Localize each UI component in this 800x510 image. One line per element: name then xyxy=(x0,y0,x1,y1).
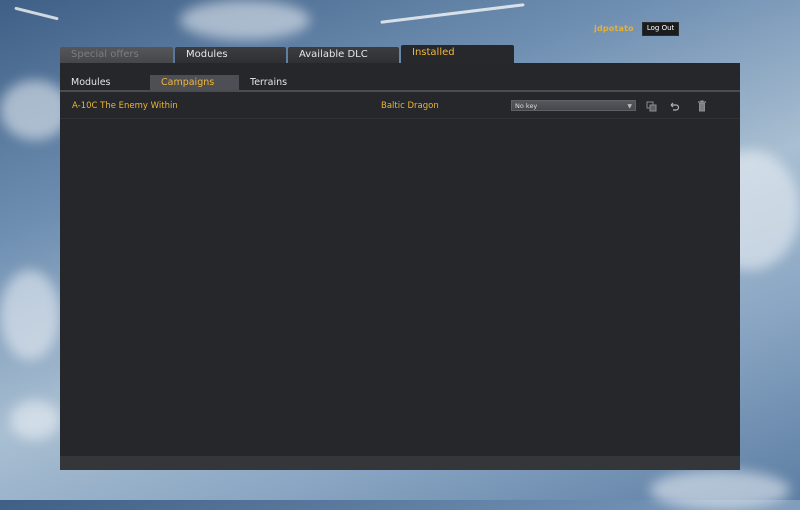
module-name: A-10C The Enemy Within xyxy=(72,101,178,111)
campaign-name: Baltic Dragon xyxy=(381,101,439,111)
main-tabs: Special offers Modules Available DLC Ins… xyxy=(60,45,740,63)
logout-button[interactable]: Log Out xyxy=(641,22,680,36)
trash-icon[interactable] xyxy=(696,100,708,112)
tab-available-dlc[interactable]: Available DLC xyxy=(288,47,399,63)
key-select-value: No key xyxy=(515,102,538,110)
subtab-divider xyxy=(60,90,740,92)
key-select[interactable]: No key ▼ xyxy=(511,100,636,111)
tab-installed[interactable]: Installed xyxy=(401,45,514,63)
chevron-down-icon: ▼ xyxy=(627,103,632,110)
cloud xyxy=(10,400,60,440)
subtab-modules[interactable]: Modules xyxy=(71,75,151,90)
installed-panel: Modules Campaigns Terrains A-10C The Ene… xyxy=(60,63,740,470)
cloud xyxy=(650,470,790,510)
username: jdpotato xyxy=(594,24,634,34)
tab-special-offers[interactable]: Special offers xyxy=(60,47,173,63)
undo-icon[interactable] xyxy=(668,101,680,113)
tab-modules[interactable]: Modules xyxy=(175,47,286,63)
panel-footer xyxy=(60,456,740,470)
subtab-campaigns[interactable]: Campaigns xyxy=(150,75,239,90)
contrail xyxy=(380,3,525,24)
copy-icon[interactable] xyxy=(646,101,658,113)
campaign-row: A-10C The Enemy Within Baltic Dragon No … xyxy=(60,96,740,119)
user-area: jdpotato Log Out xyxy=(594,22,680,36)
contrail xyxy=(14,6,59,21)
cloud xyxy=(180,0,310,40)
subtab-terrains[interactable]: Terrains xyxy=(250,75,330,90)
sub-tabs: Modules Campaigns Terrains xyxy=(60,75,740,91)
cloud xyxy=(0,270,60,360)
